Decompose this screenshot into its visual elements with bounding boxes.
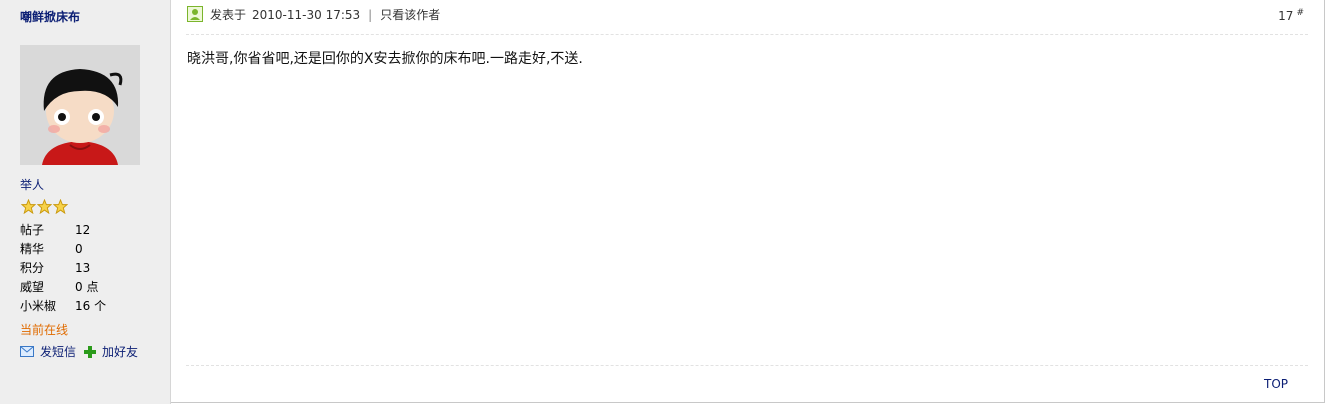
- stat-value: 13: [75, 261, 91, 275]
- post-meta: 发表于 2010-11-30 17:53 | 只看该作者: [210, 6, 440, 23]
- add-friend-label: 加好友: [102, 345, 139, 359]
- post-footer-divider: [186, 365, 1308, 366]
- send-message-label: 发短信: [40, 345, 77, 359]
- view-author-only-link[interactable]: 只看该作者: [380, 8, 440, 22]
- stat-row-digest: 精华 0: [20, 240, 106, 259]
- floor-mark: #: [1296, 8, 1304, 18]
- star-icon: [21, 199, 36, 214]
- stat-label: 精华: [20, 242, 45, 256]
- stat-label: 小米椒: [20, 299, 57, 313]
- post-main: 发表于 2010-11-30 17:53 | 只看该作者 17 # 晓洪哥,你省省吧,还…: [171, 0, 1324, 404]
- stat-row-peppers: 小米椒 16 个: [20, 297, 106, 316]
- author-sidebar: 嘲鲜掀床布 举人 帖子 12 精华 0 积分 13 威望 0 点 小米椒 16 …: [0, 0, 171, 404]
- envelope-icon: [20, 346, 34, 357]
- avatar-image: [20, 45, 140, 165]
- post-content: 晓洪哥,你省省吧,还是回你的X安去掀你的床布吧.一路走好,不送.: [187, 51, 583, 67]
- stat-value: 0: [75, 242, 83, 256]
- stat-row-posts: 帖子 12: [20, 221, 106, 240]
- user-post-icon: [187, 6, 203, 22]
- stat-value: 16 个: [75, 299, 107, 313]
- star-icon: [53, 199, 68, 214]
- author-title: 举人: [20, 178, 45, 192]
- author-avatar[interactable]: [20, 45, 140, 165]
- posted-prefix: 发表于: [210, 8, 247, 22]
- star-icon: [37, 199, 52, 214]
- stat-label: 积分: [20, 261, 45, 275]
- online-status: 当前在线: [20, 323, 69, 337]
- floor-number-value: 17: [1278, 9, 1294, 23]
- top-link[interactable]: TOP: [1264, 377, 1288, 391]
- author-stats: 帖子 12 精华 0 积分 13 威望 0 点 小米椒 16 个: [20, 221, 106, 316]
- posted-time: 2010-11-30 17:53: [252, 8, 361, 22]
- forum-post: 嘲鲜掀床布 举人 帖子 12 精华 0 积分 13 威望 0 点 小米椒 16 …: [0, 0, 1325, 404]
- stat-value: 12: [75, 223, 91, 237]
- author-username[interactable]: 嘲鲜掀床布: [20, 8, 80, 25]
- add-friend-button[interactable]: 加好友: [84, 343, 138, 360]
- floor-number[interactable]: 17 #: [1278, 8, 1304, 23]
- meta-separator: |: [368, 8, 373, 22]
- stat-row-prestige: 威望 0 点: [20, 278, 106, 297]
- post-header: 发表于 2010-11-30 17:53 | 只看该作者 17 #: [186, 4, 1308, 35]
- send-message-button[interactable]: 发短信: [20, 343, 76, 360]
- plus-icon: [84, 345, 97, 358]
- stat-label: 威望: [20, 280, 45, 294]
- stat-value: 0 点: [75, 280, 99, 294]
- author-actions: 发短信 加好友: [20, 343, 146, 360]
- rank-stars: [21, 199, 68, 214]
- stat-row-points: 积分 13: [20, 259, 106, 278]
- stat-label: 帖子: [20, 223, 45, 237]
